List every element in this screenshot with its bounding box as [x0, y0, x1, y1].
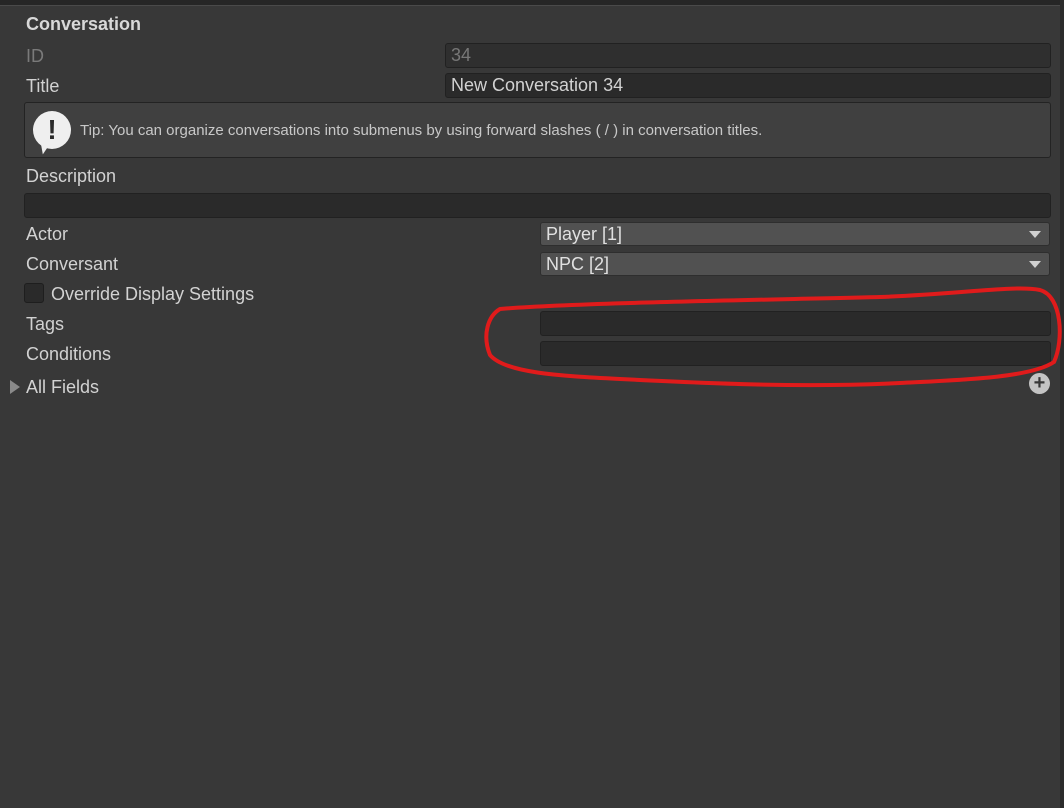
conditions-label: Conditions: [26, 344, 112, 364]
annotation-stroke: [484, 286, 1062, 388]
all-fields-foldout[interactable]: All Fields: [26, 377, 99, 398]
dropdown-arrow-icon: [1029, 261, 1041, 268]
id-label: ID: [26, 46, 44, 66]
actor-label: Actor: [26, 224, 69, 244]
foldout-arrow-icon[interactable]: [10, 380, 20, 394]
tip-text: Tip: You can organize conversations into…: [80, 122, 763, 139]
tags-label: Tags: [26, 314, 65, 334]
actor-dropdown-value: Player [1]: [546, 224, 623, 244]
tags-input[interactable]: [540, 311, 1051, 336]
title-label: Title: [26, 76, 60, 96]
override-display-checkbox[interactable]: [24, 283, 44, 303]
conversant-dropdown[interactable]: NPC [2]: [540, 252, 1050, 276]
scrollbar-track[interactable]: [1060, 0, 1064, 808]
dropdown-arrow-icon: [1029, 231, 1041, 238]
override-display-label: Override Display Settings: [51, 284, 255, 304]
id-field: 34: [445, 43, 1051, 68]
actor-dropdown[interactable]: Player [1]: [540, 222, 1050, 246]
section-title: Conversation: [26, 14, 142, 34]
description-input[interactable]: [24, 193, 1051, 218]
conditions-input[interactable]: [540, 341, 1051, 366]
exclamation-icon: !: [33, 111, 71, 149]
window-top-bar: [0, 0, 1064, 6]
add-field-icon[interactable]: +: [1029, 373, 1050, 394]
title-input[interactable]: New Conversation 34: [445, 73, 1051, 98]
description-label: Description: [26, 166, 117, 186]
tip-help-box: ! Tip: You can organize conversations in…: [24, 102, 1051, 158]
conversant-label: Conversant: [26, 254, 119, 274]
conversant-dropdown-value: NPC [2]: [546, 254, 610, 274]
